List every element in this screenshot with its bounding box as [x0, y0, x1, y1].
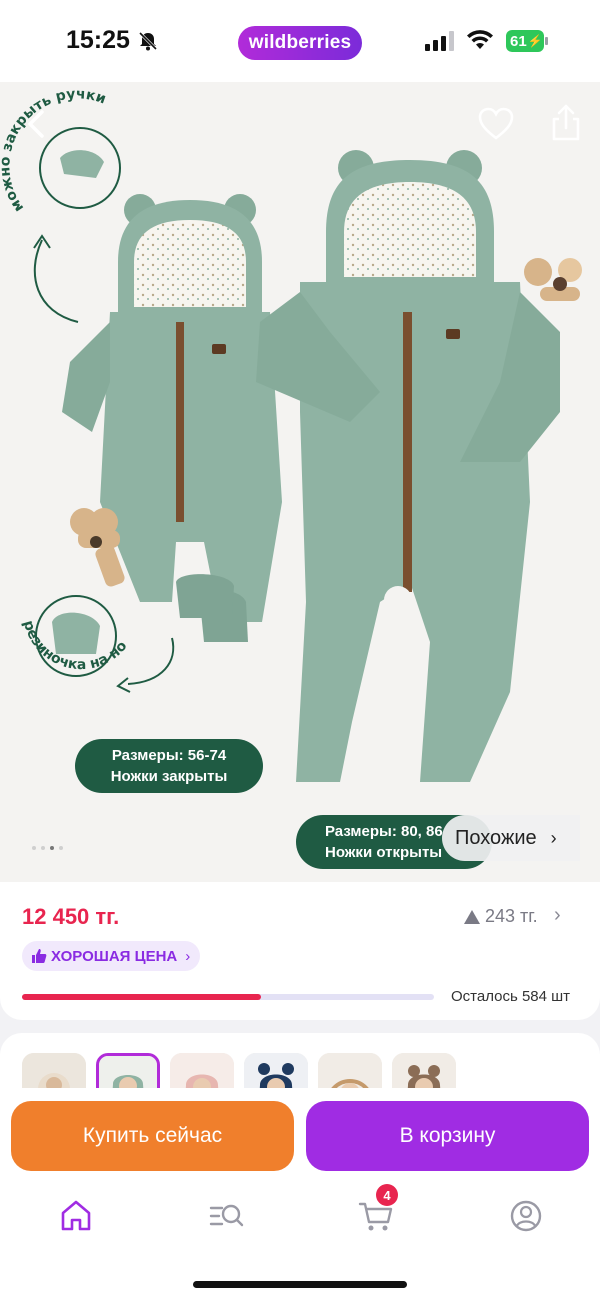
- share-icon[interactable]: [546, 102, 586, 144]
- similar-label: Похожие: [455, 826, 537, 849]
- chevron-right-icon: ›: [185, 947, 191, 965]
- favorite-heart-icon[interactable]: [476, 104, 516, 144]
- add-to-cart-button[interactable]: В корзину: [306, 1101, 589, 1171]
- good-price-badge[interactable]: ХОРОШАЯ ЦЕНА ›: [22, 941, 201, 971]
- product-screen: 15:25 wildberries 61 ⚡ мож закрыть ручки…: [0, 0, 600, 1300]
- price-change-value: 243 тг.: [485, 906, 538, 926]
- wooden-toy-right: [524, 258, 582, 301]
- battery-indicator: 61 ⚡: [506, 30, 548, 52]
- back-icon[interactable]: [18, 104, 58, 144]
- thumbs-up-icon: [32, 949, 47, 963]
- home-indicator: [193, 1281, 407, 1288]
- large-jumpsuit: [256, 150, 560, 782]
- bottom-action-bar: Купить сейчас В корзину 4: [0, 1088, 600, 1300]
- chevron-right-icon[interactable]: ›: [554, 904, 561, 927]
- tab-bar: 4: [0, 1184, 600, 1256]
- buy-now-button[interactable]: Купить сейчас: [11, 1101, 294, 1171]
- profile-icon[interactable]: [506, 1196, 546, 1236]
- price-card: 12 450 тг. 243 тг. › ХОРОШАЯ ЦЕНА › Оста…: [0, 882, 600, 1020]
- price-up-triangle-icon: [464, 909, 480, 924]
- wooden-toy-left: [70, 508, 125, 587]
- gallery-dot[interactable]: [32, 846, 36, 850]
- product-price: 12 450 тг.: [22, 904, 120, 929]
- catalog-search-icon[interactable]: [206, 1196, 246, 1236]
- product-image-gallery[interactable]: можно закрыть ручки резиночка на ножке: [0, 82, 600, 882]
- home-icon[interactable]: [56, 1196, 96, 1236]
- good-price-label: ХОРОШАЯ ЦЕНА: [51, 947, 178, 965]
- stock-progress-fill: [22, 994, 261, 1000]
- status-bar: 15:25 wildberries 61 ⚡: [0, 0, 600, 82]
- chevron-right-icon: ›: [550, 827, 557, 848]
- wifi-icon: [467, 30, 493, 49]
- stock-remaining: Осталось 584 шт: [451, 988, 571, 1005]
- gallery-dot[interactable]: [59, 846, 63, 850]
- status-time: 15:25: [66, 26, 130, 54]
- stock-progress-bar: [22, 994, 434, 1000]
- price-change[interactable]: 243 тг.: [464, 906, 538, 927]
- size-badge-small-line1: Размеры: 56-74: [111, 747, 227, 764]
- gallery-pagination: [32, 846, 63, 850]
- size-badge-small: Размеры: 56-74 Ножки закрыты: [75, 739, 263, 793]
- cellular-signal-icon: [425, 31, 454, 51]
- size-badge-small-line2: Ножки закрыты: [110, 768, 228, 785]
- gallery-dot-active[interactable]: [50, 846, 54, 850]
- cart-count-badge: 4: [376, 1184, 398, 1206]
- brand-logo: wildberries: [238, 26, 362, 60]
- bell-muted-icon: [138, 31, 158, 51]
- similar-products-button[interactable]: Похожие ›: [442, 815, 580, 861]
- gallery-dot[interactable]: [41, 846, 45, 850]
- battery-level: 61: [510, 32, 527, 50]
